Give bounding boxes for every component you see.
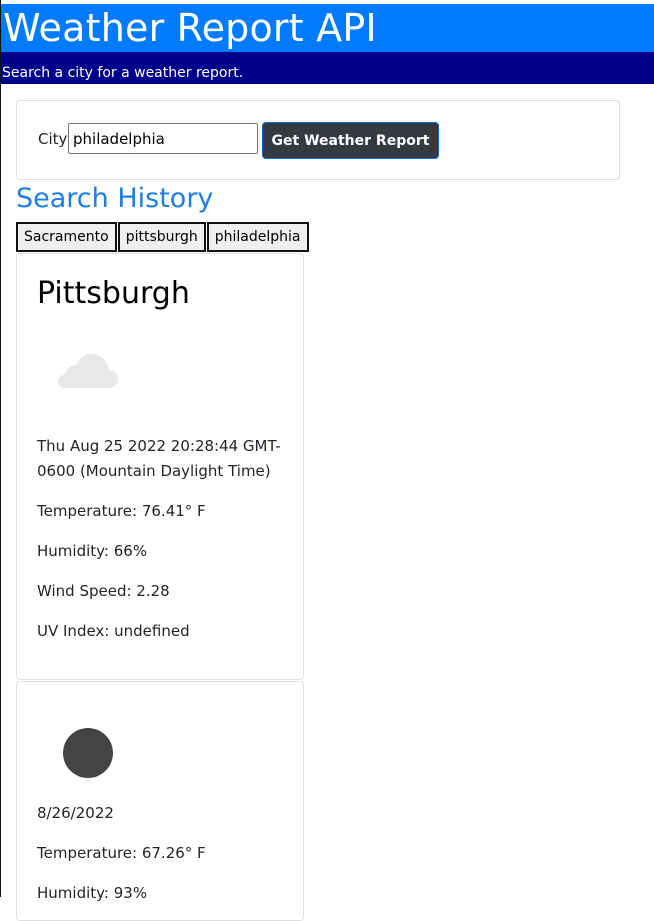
sun-icon [63,728,113,778]
page-title: Weather Report API [3,6,377,50]
cloud-shape [58,354,118,388]
forecast-humidity: Humidity: 93% [37,884,148,902]
cloud-icon [58,354,118,388]
page-header: Weather Report API [1,4,654,52]
history-item-philadelphia[interactable]: philadelphia [206,222,309,252]
current-uv-index: UV Index: undefined [37,622,190,640]
search-history-title: Search History [16,183,214,214]
current-wind-speed: Wind Speed: 2.28 [37,582,170,600]
page-edge [0,0,1,897]
history-item-sacramento[interactable]: Sacramento [16,222,117,252]
city-name: Pittsburgh [37,276,190,311]
page-subtitle: Search a city for a weather report. [2,65,244,81]
get-weather-report-button[interactable]: Get Weather Report [262,122,439,159]
subtitle-bar: Search a city for a weather report. [1,52,654,84]
search-history-list: Sacramento pittsburgh philadelphia [16,222,309,252]
city-input[interactable] [68,123,258,154]
current-weather-card: Pittsburgh Thu Aug 25 2022 20:28:44 GMT-… [16,253,304,680]
current-humidity: Humidity: 66% [37,542,148,560]
history-item-pittsburgh[interactable]: pittsburgh [117,222,206,252]
search-card: City Get Weather Report [16,100,620,180]
city-label: City [38,130,68,148]
current-date: Thu Aug 25 2022 20:28:44 GMT-0600 (Mount… [37,437,281,480]
forecast-card: 8/26/2022 Temperature: 67.26° F Humidity… [16,681,304,921]
current-temperature: Temperature: 76.41° F [37,502,206,520]
sun-shape [63,728,113,778]
forecast-date: 8/26/2022 [37,804,114,822]
forecast-temperature: Temperature: 67.26° F [37,844,206,862]
